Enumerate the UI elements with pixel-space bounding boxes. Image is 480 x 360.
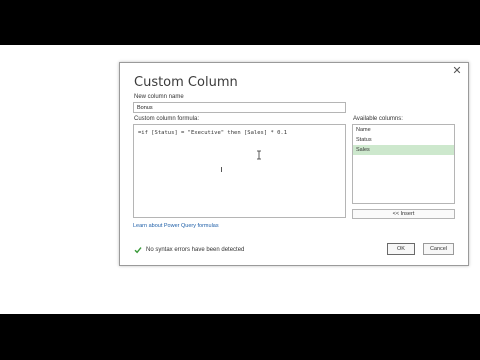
available-columns-label: Available columns:: [353, 116, 403, 122]
ibeam-cursor-icon: [257, 150, 261, 160]
new-column-name-input[interactable]: Bonus: [133, 102, 346, 113]
new-column-name-label: New column name: [134, 94, 184, 100]
formula-text: =if [Status] = "Executive" then [Sales] …: [138, 130, 288, 136]
insert-button[interactable]: << Insert: [352, 209, 455, 219]
ok-button[interactable]: OK: [387, 243, 415, 255]
close-icon[interactable]: ✕: [451, 65, 463, 77]
list-item-selected[interactable]: Sales: [353, 145, 454, 155]
checkmark-icon: [134, 247, 142, 254]
available-columns-list[interactable]: Name Status Sales: [352, 124, 455, 204]
syntax-status: No syntax errors have been detected: [134, 246, 244, 254]
app-background: ✕ Custom Column New column name Bonus Cu…: [0, 45, 480, 314]
list-item[interactable]: Status: [353, 135, 454, 145]
dialog-title: Custom Column: [134, 75, 238, 90]
text-caret: [221, 167, 222, 172]
syntax-status-text: No syntax errors have been detected: [146, 247, 245, 253]
formula-label: Custom column formula:: [134, 116, 200, 122]
custom-column-dialog: ✕ Custom Column New column name Bonus Cu…: [119, 62, 469, 266]
cancel-button[interactable]: Cancel: [423, 243, 454, 255]
learn-formulas-link[interactable]: Learn about Power Query formulas: [133, 223, 219, 229]
formula-editor[interactable]: =if [Status] = "Executive" then [Sales] …: [133, 124, 346, 218]
list-item[interactable]: Name: [353, 125, 454, 135]
